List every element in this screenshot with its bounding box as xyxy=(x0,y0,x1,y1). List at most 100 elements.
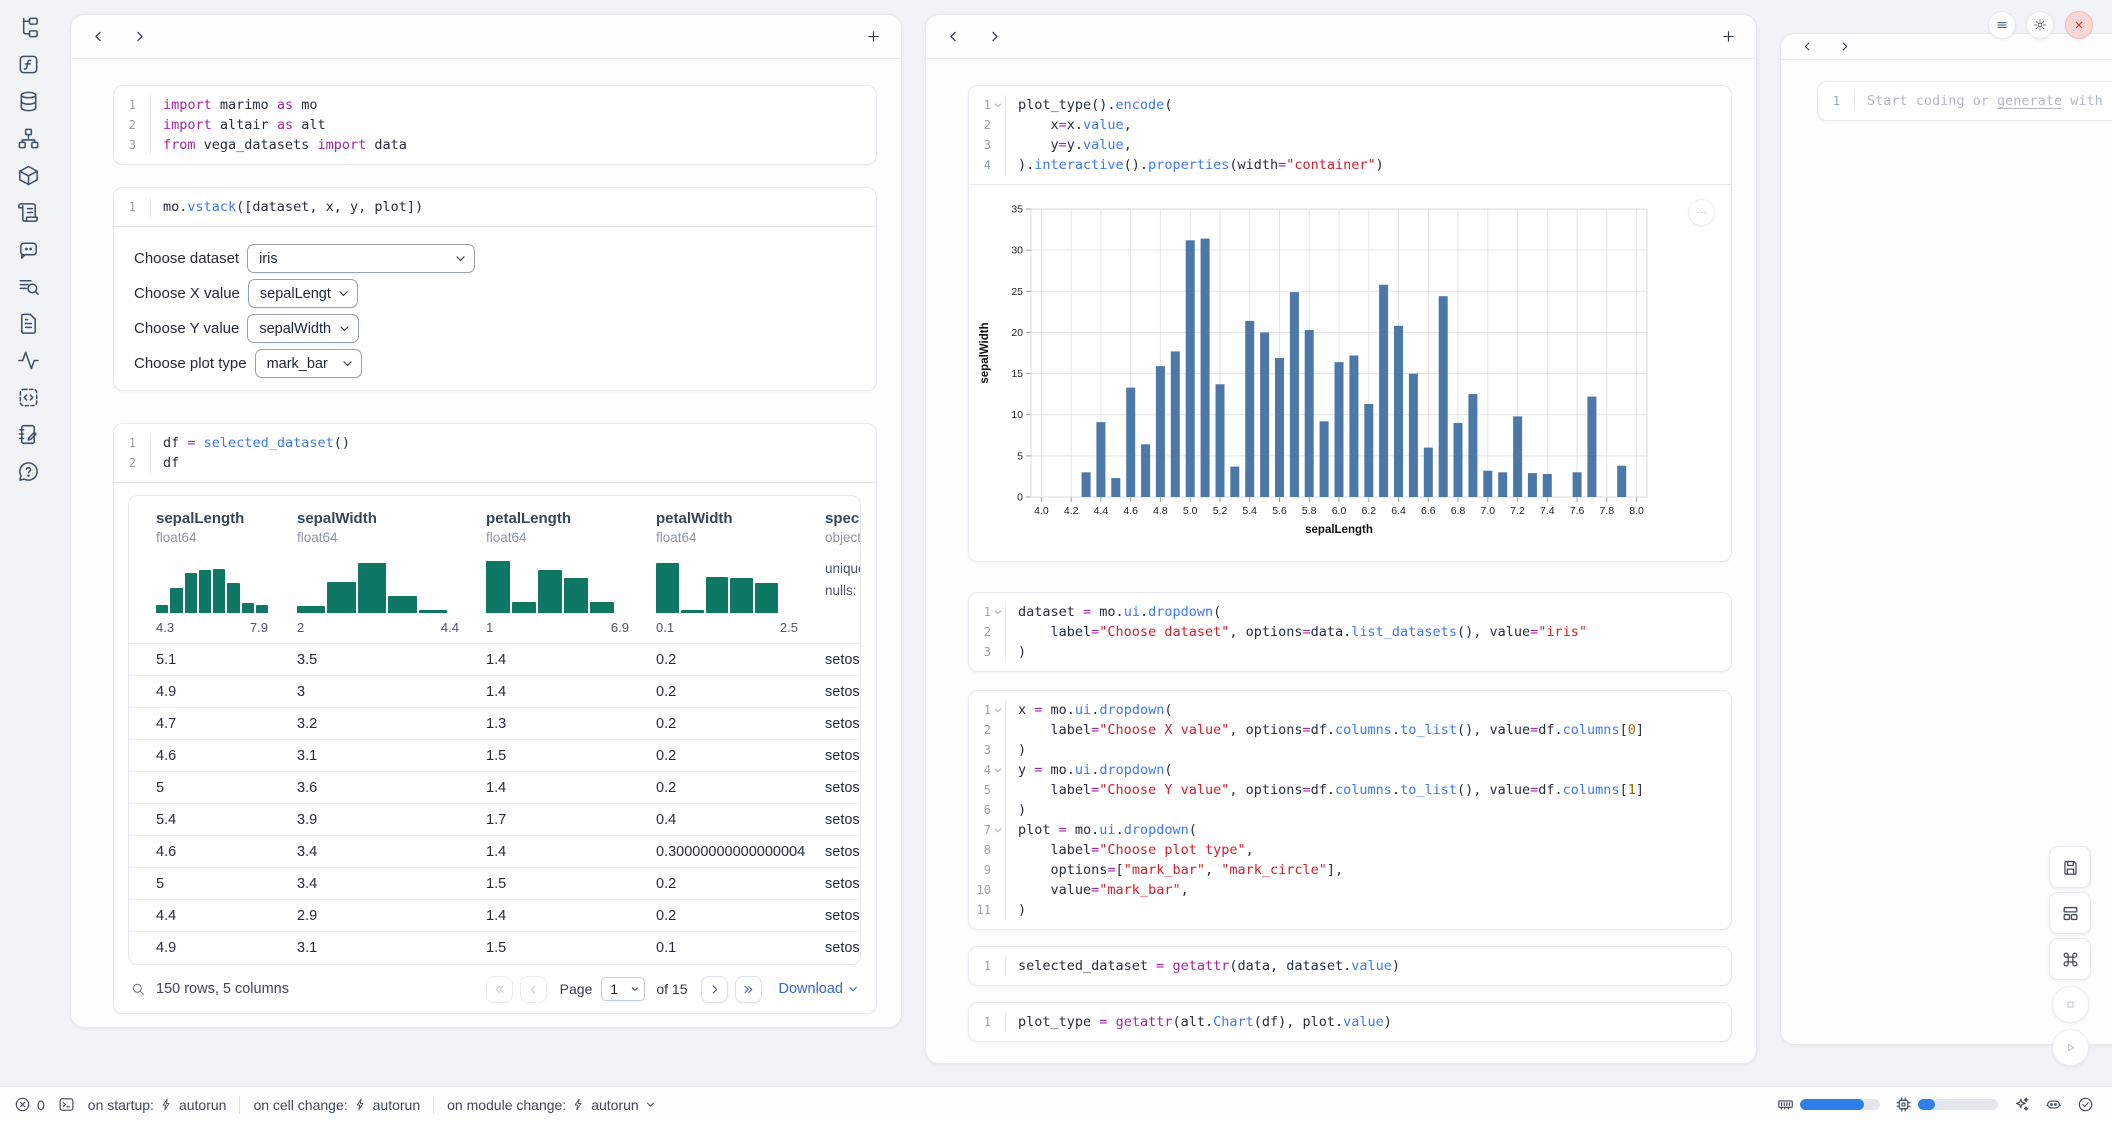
sidebar-documentation-search-button[interactable] xyxy=(17,275,41,299)
code-editor[interactable]: 1x = mo.ui.dropdown(2 label="Choose X va… xyxy=(969,691,1731,929)
memory-usage[interactable] xyxy=(1777,1096,1880,1113)
x-value-select[interactable]: sepalLength xyxy=(248,279,358,308)
fold-icon[interactable] xyxy=(993,100,1003,110)
code-input[interactable]: Start coding or generate with xyxy=(1854,91,2112,111)
code-editor[interactable]: 1dataset = mo.ui.dropdown(2 label="Choos… xyxy=(969,593,1731,671)
fold-icon[interactable] xyxy=(993,825,1003,835)
table-row[interactable]: 4.63.41.40.30000000000000004setosa xyxy=(129,836,861,868)
table-row[interactable]: 4.931.40.2setosa xyxy=(129,676,861,708)
fold-icon[interactable] xyxy=(993,765,1003,775)
code-editor[interactable]: 1plot_type = getattr(alt.Chart(df), plot… xyxy=(969,1003,1731,1041)
copilot-status-button[interactable] xyxy=(2045,1096,2062,1113)
cpu-usage[interactable] xyxy=(1895,1096,1998,1113)
on-module-change-setting[interactable]: on module change: autorun xyxy=(447,1097,656,1113)
ai-assist-button[interactable] xyxy=(2013,1096,2030,1113)
column-header[interactable]: speciesobjectunique:nulls: xyxy=(798,496,861,644)
next-page-button[interactable] xyxy=(701,976,728,1003)
nav-back-button[interactable] xyxy=(1801,40,1814,53)
nav-back-button[interactable] xyxy=(946,29,961,44)
search-icon[interactable] xyxy=(130,981,146,997)
svg-text:10: 10 xyxy=(1011,409,1023,421)
menu-button[interactable] xyxy=(1988,11,2016,39)
sidebar-file-tree-button[interactable] xyxy=(17,16,41,40)
table-cell: 0.30000000000000004 xyxy=(629,836,798,868)
sidebar-ai-chat-button[interactable] xyxy=(17,238,41,262)
on-cell-change-setting[interactable]: on cell change: autorun xyxy=(253,1097,420,1113)
terminal-button[interactable] xyxy=(58,1096,75,1113)
table-cell: 1.4 xyxy=(459,772,629,804)
table-cell: 0.2 xyxy=(629,772,798,804)
table-row[interactable]: 53.41.50.2setosa xyxy=(129,868,861,900)
column-header[interactable]: petalWidthfloat640.12.5 xyxy=(629,496,798,644)
code-line: 1x = mo.ui.dropdown( xyxy=(969,700,1731,720)
layout-toggle-button[interactable] xyxy=(2049,892,2091,934)
nav-back-button[interactable] xyxy=(91,29,106,44)
download-button[interactable]: Download xyxy=(779,981,860,997)
bar-chart[interactable]: 4.04.24.44.64.85.05.25.45.65.86.06.26.46… xyxy=(975,197,1675,553)
close-button[interactable] xyxy=(2065,11,2093,39)
connection-status-button[interactable] xyxy=(2077,1096,2094,1113)
first-page-button[interactable] xyxy=(486,976,513,1003)
nav-forward-button[interactable] xyxy=(987,29,1002,44)
column-header[interactable]: sepalWidthfloat6424.4 xyxy=(270,496,459,644)
sidebar-functions-button[interactable] xyxy=(17,53,41,77)
column-min-max: 4.37.9 xyxy=(156,620,268,635)
y-value-select[interactable]: sepalWidth xyxy=(247,314,359,343)
code-editor[interactable]: 1selected_dataset = getattr(data, datase… xyxy=(969,947,1731,985)
code-editor[interactable]: 1plot_type().encode(2 x=x.value,3 y=y.va… xyxy=(969,86,1731,184)
column-header[interactable]: sepalLengthfloat644.37.9 xyxy=(129,496,270,644)
chart-menu-button[interactable] xyxy=(1688,199,1715,226)
nav-forward-button[interactable] xyxy=(1838,40,1851,53)
fold-icon[interactable] xyxy=(993,705,1003,715)
sidebar-packages-button[interactable] xyxy=(17,164,41,188)
sidebar-snippets-button[interactable] xyxy=(17,312,41,336)
panel-nav xyxy=(1781,34,2112,60)
table-row[interactable]: 4.42.91.40.2setosa xyxy=(129,900,861,932)
generate-link[interactable]: generate xyxy=(1997,93,2062,109)
sidebar-outline-code-button[interactable] xyxy=(17,386,41,410)
prev-page-button[interactable] xyxy=(520,976,547,1003)
command-palette-button[interactable] xyxy=(2049,938,2091,980)
table-row[interactable]: 5.13.51.40.2setosa xyxy=(129,644,861,676)
sidebar-dependency-graph-button[interactable] xyxy=(17,127,41,151)
column-histogram xyxy=(486,557,614,613)
settings-button[interactable] xyxy=(2026,11,2054,39)
plot-type-select[interactable]: mark_bar xyxy=(255,349,362,378)
code-editor[interactable]: 1df = selected_dataset()2df xyxy=(114,424,876,482)
table-cell: 3.1 xyxy=(270,740,459,772)
table-cell: 4.4 xyxy=(129,900,270,932)
save-button[interactable] xyxy=(2049,846,2091,888)
notebook-column-middle: 1plot_type().encode(2 x=x.value,3 y=y.va… xyxy=(925,14,1757,1064)
add-cell-button[interactable] xyxy=(866,29,881,44)
table-row[interactable]: 4.63.11.50.2setosa xyxy=(129,740,861,772)
on-startup-setting[interactable]: on startup: autorun xyxy=(88,1097,227,1113)
sidebar-help-button[interactable] xyxy=(17,460,41,484)
line-number: 1 xyxy=(1818,91,1854,111)
dataset-select[interactable]: iris xyxy=(247,244,475,273)
table-row[interactable]: 53.61.40.2setosa xyxy=(129,772,861,804)
table-cell: setosa xyxy=(798,868,861,900)
table-row[interactable]: 4.73.21.30.2setosa xyxy=(129,708,861,740)
svg-text:15: 15 xyxy=(1011,368,1023,380)
last-page-button[interactable] xyxy=(735,976,762,1003)
fold-icon[interactable] xyxy=(993,607,1003,617)
errors-indicator[interactable]: 0 xyxy=(14,1096,45,1113)
error-circle-icon xyxy=(14,1096,31,1113)
add-cell-button[interactable] xyxy=(1721,29,1736,44)
table-row[interactable]: 5.43.91.70.4setosa xyxy=(129,804,861,836)
stop-kernel-button[interactable] xyxy=(2052,986,2089,1023)
sidebar-scratchpad-button[interactable] xyxy=(17,423,41,447)
chevron-down-icon xyxy=(645,1099,656,1110)
sidebar-logs-button[interactable] xyxy=(17,201,41,225)
column-header[interactable]: petalLengthfloat6416.9 xyxy=(459,496,629,644)
code-editor[interactable]: 1mo.vstack([dataset, x, y, plot]) xyxy=(114,188,876,226)
nav-forward-button[interactable] xyxy=(132,29,147,44)
run-all-button[interactable] xyxy=(2052,1029,2089,1066)
code-editor[interactable]: 1import marimo as mo2import altair as al… xyxy=(114,86,876,164)
sidebar-database-button[interactable] xyxy=(17,90,41,114)
svg-text:8.0: 8.0 xyxy=(1629,505,1644,517)
sidebar-tracing-button[interactable] xyxy=(17,349,41,373)
page-select[interactable]: 1 xyxy=(601,977,645,1001)
status-bar: 0 on startup: autorun on cell change: au… xyxy=(0,1086,2112,1122)
table-row[interactable]: 4.93.11.50.1setosa xyxy=(129,932,861,964)
